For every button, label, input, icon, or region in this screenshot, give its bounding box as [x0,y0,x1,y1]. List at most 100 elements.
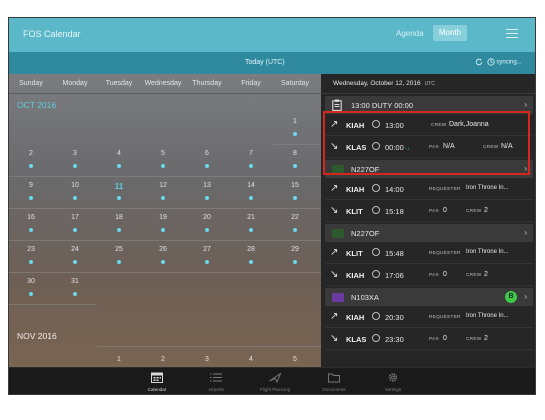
calendar-day-cell[interactable]: 30 [9,272,53,304]
event-indicator-dot [117,164,121,168]
panel-date-tz: UTC [424,81,435,87]
tab-label: Flight Planning [259,387,291,392]
calendar-day-cell[interactable]: 13 [185,176,229,208]
tab-settings[interactable]: Settings [363,368,423,394]
app-title: FOS Calendar [23,29,81,39]
calendar-day-cell[interactable]: 31 [53,272,97,304]
calendar-day-cell[interactable]: 27 [185,240,229,272]
calendar-day-cell[interactable]: 12 [141,176,185,208]
calendar-week-divider [9,240,321,241]
calendar-day-cell[interactable]: 24 [53,240,97,272]
calendar-day-cell[interactable]: 26 [141,240,185,272]
requester-value: Iron Throne In... [466,249,509,255]
weekday-header: Sunday Monday Tuesday Wednesday Thursday… [9,74,321,94]
calendar-day-cell[interactable]: 3 [53,144,97,176]
crew-label: CREW [466,273,482,278]
agenda-view-button[interactable]: Agenda [396,29,424,38]
calendar-day-cell[interactable]: 22 [273,208,317,240]
calendar-day-number: 20 [203,214,211,221]
calendar-day-cell[interactable]: 9 [9,176,53,208]
calendar-day-number: 25 [115,246,123,253]
flight-departure-row: ↗ KIAH 14:00 REQUESTER Iron Throne In... [325,178,533,200]
calendar-day-cell[interactable]: 5 [141,144,185,176]
flight-header[interactable]: N227OF › [325,224,533,242]
refresh-icon[interactable] [475,58,483,66]
pax-label: PAX [429,209,439,214]
chevron-right-icon[interactable]: › [524,292,527,301]
flight-header[interactable]: N103XA B › [325,288,533,306]
calendar-day-cell[interactable]: 21 [229,208,273,240]
calendar-day-cell[interactable]: 28 [229,240,273,272]
calendar-day-number: 8 [293,150,297,157]
hamburger-menu-icon[interactable] [506,29,518,39]
clock-icon [372,248,380,256]
tab-airports[interactable]: Airports [186,368,246,394]
flight-card[interactable]: N227OF › ↗ KLIT 15:48 REQUESTER Iron Thr… [325,224,533,286]
crew-label: CREW [466,209,482,214]
calendar-day-number: 2 [29,150,33,157]
event-indicator-dot [249,196,253,200]
calendar-day-cell[interactable]: 16 [9,208,53,240]
event-indicator-dot [117,196,121,200]
calendar-day-cell[interactable]: 6 [185,144,229,176]
calendar-day-cell[interactable]: 18 [97,208,141,240]
calendar-day-cell[interactable]: 1 [97,350,141,367]
tab-flight-planning[interactable]: Flight Planning [245,368,305,394]
calendar-day-cell[interactable]: 14 [229,176,273,208]
chevron-right-icon[interactable]: › [524,100,527,109]
calendar-day-number: 7 [249,150,253,157]
event-indicator-dot [29,292,33,296]
arrival-time: 23:30 [385,335,404,344]
calendar-day-cell[interactable]: 2 [141,350,185,367]
calendar-day-cell[interactable]: 7 [229,144,273,176]
pax-label: PAX [429,337,439,342]
month-label-nov: NOV 2016 [17,331,57,341]
chevron-right-icon[interactable]: › [524,228,527,237]
calendar-day-number: 19 [159,214,167,221]
calendar-day-number: 17 [71,214,79,221]
today-button[interactable]: Today (UTC) [245,59,285,66]
event-indicator-dot [205,228,209,232]
calendar-day-number: 4 [117,150,121,157]
event-indicator-dot [73,228,77,232]
calendar-day-cell[interactable]: 5 [273,350,317,367]
arrival-arrow-icon: ↘ [330,205,339,216]
panel-date-text: Wednesday, October 12, 2016 [333,80,421,87]
clock-icon [372,206,380,214]
calendar-icon [151,372,163,383]
calendar-day-cell[interactable]: 8 [273,144,317,176]
calendar-day-number: 5 [161,150,165,157]
sync-status[interactable]: syncing... [475,58,522,66]
departure-arrow-icon: ↗ [330,311,339,322]
flight-arrival-row: ↘ KLAS 23:30 PAX 0 CREW 2 [325,328,533,350]
calendar-day-cell[interactable]: 19 [141,208,185,240]
calendar-day-cell[interactable]: 1 [273,112,317,144]
tab-label: Airports [208,387,224,392]
calendar-day-cell[interactable]: 10 [53,176,97,208]
event-indicator-dot [293,196,297,200]
event-indicator-dot [161,228,165,232]
calendar-day-number: 12 [159,182,167,189]
today-bar: Today (UTC) syncing... [9,52,535,74]
month-view-button[interactable]: Month [433,25,467,41]
calendar-day-cell[interactable]: 2 [9,144,53,176]
calendar-day-cell[interactable]: 11 [97,176,141,208]
calendar-day-cell[interactable]: 20 [185,208,229,240]
calendar-day-cell[interactable]: 4 [229,350,273,367]
calendar-day-cell[interactable]: 25 [97,240,141,272]
top-nav-bar: FOS Calendar Agenda Month [9,18,535,52]
flight-card[interactable]: N103XA B › ↗ KIAH 20:30 REQUESTER Iron T… [325,288,533,350]
calendar-week-divider [273,144,321,145]
calendar-day-cell[interactable]: 4 [97,144,141,176]
calendar-day-cell[interactable]: 3 [185,350,229,367]
calendar-day-cell[interactable]: 29 [273,240,317,272]
aircraft-tail-number: N227OF [351,229,380,238]
calendar-day-cell[interactable]: 17 [53,208,97,240]
calendar-day-cell[interactable]: 15 [273,176,317,208]
clipboard-icon [332,99,342,111]
event-indicator-dot [293,228,297,232]
weekday-label: Monday [62,80,88,87]
tab-calendar[interactable]: Calendar [127,368,187,394]
calendar-day-cell[interactable]: 23 [9,240,53,272]
tab-documents[interactable]: Documents [304,368,364,394]
